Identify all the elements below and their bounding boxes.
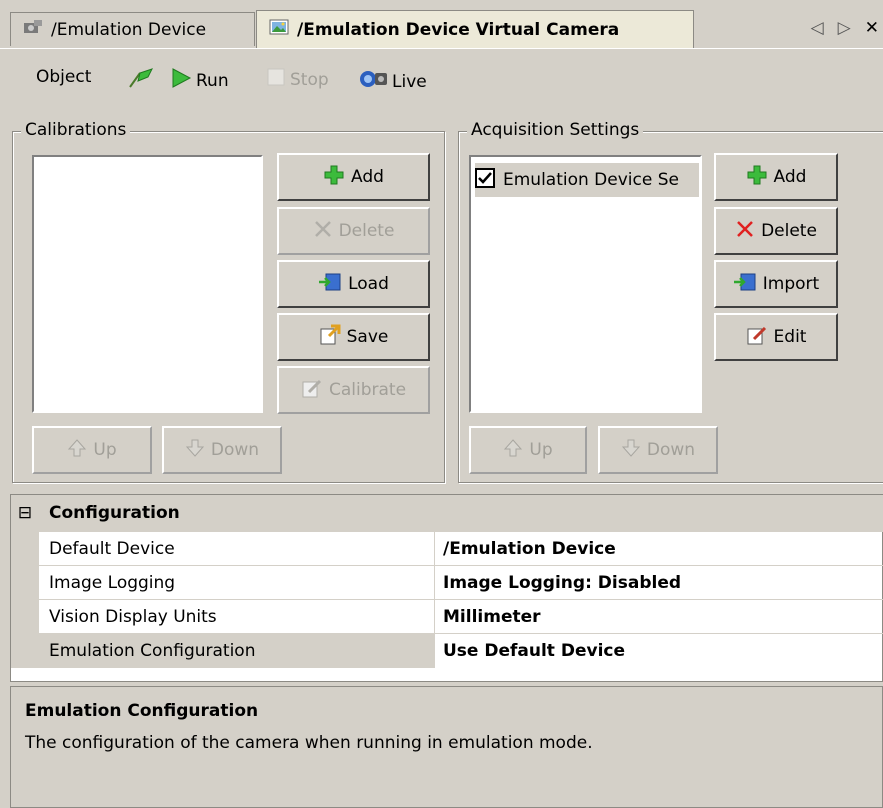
checkbox-checked-icon[interactable] bbox=[475, 167, 495, 193]
stop-icon bbox=[266, 67, 286, 92]
calibration-delete-button[interactable]: Delete bbox=[277, 207, 430, 255]
description-text: The configuration of the camera when run… bbox=[25, 733, 593, 753]
load-icon bbox=[318, 272, 342, 297]
property-name-selected: Emulation Configuration bbox=[39, 634, 435, 668]
list-item-label: Emulation Device Se bbox=[503, 170, 679, 190]
row-gutter bbox=[11, 634, 39, 668]
live-label: Live bbox=[392, 71, 427, 92]
property-row-emulation-configuration[interactable]: Emulation Configuration Use Default Devi… bbox=[11, 633, 883, 668]
add-icon bbox=[746, 164, 768, 191]
flag-icon bbox=[126, 67, 154, 94]
calibration-down-button[interactable]: Down bbox=[162, 426, 282, 474]
acquisition-down-button[interactable]: Down bbox=[598, 426, 718, 474]
property-value[interactable]: /Emulation Device bbox=[435, 532, 883, 566]
save-icon bbox=[319, 324, 341, 351]
calibrations-title: Calibrations bbox=[21, 120, 131, 140]
arrow-up-icon bbox=[503, 438, 523, 463]
add-icon bbox=[323, 164, 345, 191]
description-title: Emulation Configuration bbox=[25, 701, 259, 721]
calibration-add-button[interactable]: Add bbox=[277, 153, 430, 201]
tab-emulation-device-virtual-camera[interactable]: /Emulation Device Virtual Camera bbox=[256, 10, 694, 48]
button-label: Delete bbox=[338, 221, 395, 241]
import-icon bbox=[733, 272, 757, 297]
acquisition-add-button[interactable]: Add bbox=[714, 153, 838, 201]
object-label: Object bbox=[36, 67, 92, 87]
acquisition-settings-list[interactable]: Emulation Device Se bbox=[469, 155, 702, 413]
button-label: Down bbox=[210, 440, 260, 460]
property-row-image-logging[interactable]: Image Logging Image Logging: Disabled bbox=[11, 565, 883, 600]
button-label: Up bbox=[529, 440, 553, 460]
run-button[interactable]: Run bbox=[170, 67, 229, 94]
acquisition-edit-button[interactable]: Edit bbox=[714, 313, 838, 361]
tab-navigation: ◁ ▷ ✕ bbox=[811, 18, 879, 38]
arrow-up-icon bbox=[67, 438, 87, 463]
row-gutter bbox=[11, 532, 39, 566]
stop-label: Stop bbox=[290, 69, 329, 90]
tab-scroll-right-icon[interactable]: ▷ bbox=[838, 18, 851, 38]
button-label: Load bbox=[348, 274, 389, 294]
button-label: Edit bbox=[773, 327, 807, 347]
row-gutter bbox=[11, 600, 39, 634]
delete-icon bbox=[313, 219, 333, 244]
edit-icon bbox=[746, 324, 768, 351]
tab-label: /Emulation Device Virtual Camera bbox=[297, 19, 620, 40]
acquisition-import-button[interactable]: Import bbox=[714, 260, 838, 308]
button-label: Import bbox=[762, 274, 820, 294]
property-value[interactable]: Use Default Device bbox=[435, 634, 883, 668]
calibration-up-button[interactable]: Up bbox=[32, 426, 152, 474]
calibrate-icon bbox=[301, 377, 323, 404]
device-icon bbox=[23, 19, 43, 40]
arrow-down-icon bbox=[185, 438, 205, 463]
property-row-vision-display-units[interactable]: Vision Display Units Millimeter bbox=[11, 599, 883, 634]
stop-button[interactable]: Stop bbox=[266, 67, 329, 92]
row-gutter bbox=[11, 566, 39, 600]
acquisition-delete-button[interactable]: Delete bbox=[714, 207, 838, 255]
button-label: Up bbox=[93, 440, 117, 460]
collapse-icon[interactable]: ⊟ bbox=[11, 503, 39, 523]
toolbar: Object Run Stop Live bbox=[0, 48, 883, 107]
acquisition-settings-title: Acquisition Settings bbox=[467, 120, 644, 140]
calibrations-list[interactable] bbox=[32, 155, 263, 413]
tab-label: /Emulation Device bbox=[51, 19, 207, 40]
camera-image-icon bbox=[269, 19, 289, 40]
button-label: Calibrate bbox=[328, 380, 407, 400]
property-value[interactable]: Millimeter bbox=[435, 600, 883, 634]
delete-icon bbox=[735, 219, 755, 244]
calibration-save-button[interactable]: Save bbox=[277, 313, 430, 361]
tab-emulation-device[interactable]: /Emulation Device bbox=[10, 12, 255, 46]
property-name: Default Device bbox=[39, 532, 435, 566]
flag-button[interactable] bbox=[126, 67, 154, 94]
live-button[interactable]: Live bbox=[358, 67, 427, 96]
configuration-category[interactable]: ⊟ Configuration bbox=[11, 495, 883, 531]
property-name: Vision Display Units bbox=[39, 600, 435, 634]
calibration-load-button[interactable]: Load bbox=[277, 260, 430, 308]
play-icon bbox=[170, 67, 192, 94]
button-label: Down bbox=[646, 440, 696, 460]
property-grid: ⊟ Configuration Default Device /Emulatio… bbox=[10, 494, 883, 682]
property-row-default-device[interactable]: Default Device /Emulation Device bbox=[11, 531, 883, 566]
button-label: Add bbox=[351, 167, 384, 187]
acquisition-up-button[interactable]: Up bbox=[469, 426, 587, 474]
property-value[interactable]: Image Logging: Disabled bbox=[435, 566, 883, 600]
button-label: Save bbox=[346, 327, 389, 347]
category-title: Configuration bbox=[49, 503, 180, 523]
button-label: Delete bbox=[761, 221, 817, 241]
live-camera-icon bbox=[358, 67, 388, 96]
tab-scroll-left-icon[interactable]: ◁ bbox=[811, 18, 824, 38]
button-label: Add bbox=[773, 167, 807, 187]
property-name: Image Logging bbox=[39, 566, 435, 600]
tab-bar: /Emulation Device /Emulation Device Virt… bbox=[0, 0, 883, 48]
close-icon[interactable]: ✕ bbox=[865, 18, 879, 38]
description-panel: Emulation Configuration The configuratio… bbox=[10, 686, 883, 808]
object-menu[interactable]: Object bbox=[36, 67, 91, 87]
arrow-down-icon bbox=[621, 438, 641, 463]
list-item[interactable]: Emulation Device Se bbox=[475, 163, 699, 197]
calibrate-button[interactable]: Calibrate bbox=[277, 366, 430, 414]
run-label: Run bbox=[196, 70, 229, 91]
